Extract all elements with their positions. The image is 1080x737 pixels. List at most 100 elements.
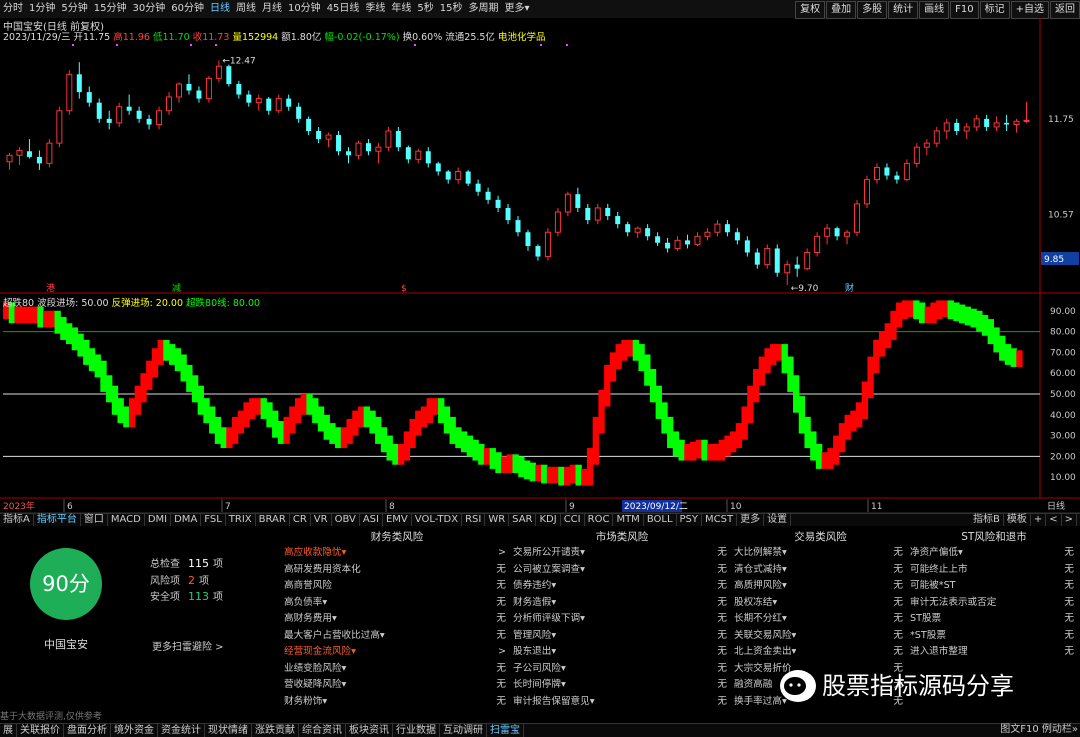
- period-tab[interactable]: 周线: [233, 0, 259, 18]
- risk-item[interactable]: 高财务费用▾ 无: [284, 611, 510, 628]
- risk-item[interactable]: 高商誉风险 无: [284, 578, 510, 595]
- risk-item[interactable]: 高质押风险▾ 无: [734, 578, 907, 595]
- bottom-tab[interactable]: 扫雷宝: [487, 724, 524, 737]
- risk-item[interactable]: 净资产偏低▾ 无: [910, 545, 1078, 562]
- tool-button[interactable]: 叠加: [826, 1, 857, 19]
- indicator-tab[interactable]: RSI: [462, 514, 486, 526]
- indicator-tab[interactable]: DMI: [145, 514, 172, 526]
- indicator-tab[interactable]: VR: [311, 514, 332, 526]
- bottom-tab[interactable]: 涨跌贡献: [252, 724, 299, 737]
- risk-item[interactable]: 管理风险▾ 无: [513, 628, 731, 645]
- bottom-tab[interactable]: 板块资讯: [346, 724, 393, 737]
- risk-item[interactable]: 进入退市整理 无: [910, 644, 1078, 661]
- bottom-tab[interactable]: 盘面分析: [64, 724, 111, 737]
- tool-button[interactable]: 复权: [795, 1, 826, 19]
- risk-item[interactable]: 财务造假▾ 无: [513, 595, 731, 612]
- indicator-tab[interactable]: BOLL: [644, 514, 677, 526]
- bottom-tab[interactable]: 互动调研: [440, 724, 487, 737]
- bottom-tab[interactable]: 现状情绪: [205, 724, 252, 737]
- tool-button[interactable]: 标记: [979, 1, 1010, 19]
- period-tab[interactable]: 年线: [388, 0, 414, 18]
- risk-item[interactable]: 清仓式减持▾ 无: [734, 562, 907, 579]
- period-tab[interactable]: 60分钟: [168, 0, 207, 18]
- indicator-tab[interactable]: ROC: [585, 514, 614, 526]
- risk-item[interactable]: 债券违约▾ 无: [513, 578, 731, 595]
- indicator-tab[interactable]: OBV: [332, 514, 360, 526]
- more-scan-link[interactable]: 更多扫雷避险 >: [152, 638, 224, 653]
- risk-item[interactable]: 公司被立案调查▾ 无: [513, 562, 731, 579]
- risk-item[interactable]: *ST股票 无: [910, 628, 1078, 645]
- period-tab[interactable]: 15秒: [437, 0, 466, 18]
- bottom-right-label[interactable]: 图文F10 例动栏»: [1000, 724, 1078, 736]
- risk-item[interactable]: 高研发费用资本化 无: [284, 562, 510, 579]
- bottom-tab[interactable]: 综合资讯: [299, 724, 346, 737]
- indicator-tab-control[interactable]: >: [1062, 514, 1077, 526]
- indicator-tab[interactable]: TRIX: [226, 514, 256, 526]
- period-tab[interactable]: 更多▾: [502, 0, 533, 18]
- period-tab[interactable]: 季线: [362, 0, 388, 18]
- indicator-tab[interactable]: PSY: [677, 514, 703, 526]
- risk-item[interactable]: 财务粉饰▾ 无: [284, 694, 510, 711]
- bottom-tab[interactable]: 行业数据: [393, 724, 440, 737]
- tool-button[interactable]: +自选: [1010, 1, 1049, 19]
- indicator-tab[interactable]: MCST: [702, 514, 738, 526]
- risk-item[interactable]: ST股票 无: [910, 611, 1078, 628]
- risk-item[interactable]: 营收疑降风险▾ 无: [284, 677, 510, 694]
- indicator-tab[interactable]: 指标A: [0, 514, 34, 526]
- risk-item[interactable]: 子公司风险▾ 无: [513, 661, 731, 678]
- risk-item[interactable]: 股东退出▾ 无: [513, 644, 731, 661]
- indicator-tab[interactable]: CCI: [561, 514, 585, 526]
- period-tab[interactable]: 日线: [207, 0, 233, 18]
- indicator-tab[interactable]: 窗口: [81, 514, 108, 526]
- indicator-tab[interactable]: BRAR: [256, 514, 290, 526]
- risk-item[interactable]: 业绩变脸风险▾ 无: [284, 661, 510, 678]
- bottom-tab[interactable]: 展: [0, 724, 17, 737]
- risk-item[interactable]: 北上资金卖出▾ 无: [734, 644, 907, 661]
- bottom-tab[interactable]: 关联报价: [17, 724, 64, 737]
- indicator-tab[interactable]: 指标平台: [34, 514, 81, 526]
- indicator-tab[interactable]: SAR: [509, 514, 537, 526]
- indicator-tab-control[interactable]: 指标B: [970, 514, 1004, 526]
- risk-item[interactable]: 分析师评级下调▾ 无: [513, 611, 731, 628]
- indicator-tab[interactable]: WR: [485, 514, 510, 526]
- risk-item[interactable]: 最大客户占营收比过高▾ 无: [284, 628, 510, 645]
- bottom-tab[interactable]: 境外资金: [111, 724, 158, 737]
- indicator-tab[interactable]: MACD: [108, 514, 145, 526]
- period-tab[interactable]: 45日线: [324, 0, 363, 18]
- period-tab[interactable]: 月线: [259, 0, 285, 18]
- tool-button[interactable]: F10: [950, 1, 979, 19]
- risk-item[interactable]: 股权冻结▾ 无: [734, 595, 907, 612]
- risk-item[interactable]: 经营现金流风险▾ >: [284, 644, 510, 661]
- risk-item[interactable]: 可能被*ST 无: [910, 578, 1078, 595]
- indicator-tab[interactable]: FSL: [201, 514, 226, 526]
- period-tab[interactable]: 5分钟: [58, 0, 90, 18]
- bottom-tab[interactable]: 资金统计: [158, 724, 205, 737]
- indicator-tab[interactable]: VOL-TDX: [412, 514, 463, 526]
- period-tab[interactable]: 30分钟: [129, 0, 168, 18]
- indicator-tab[interactable]: EMV: [383, 514, 412, 526]
- risk-item[interactable]: 审计报告保留意见▾ 无: [513, 694, 731, 711]
- indicator-tab[interactable]: ASI: [360, 514, 383, 526]
- tool-button[interactable]: 多股: [857, 1, 888, 19]
- period-tab[interactable]: 多周期: [466, 0, 502, 18]
- risk-item[interactable]: 高应收款隐忧▾ >: [284, 545, 510, 562]
- period-tab[interactable]: 10分钟: [285, 0, 324, 18]
- risk-item[interactable]: 审计无法表示或否定 无: [910, 595, 1078, 612]
- risk-item[interactable]: 大比例解禁▾ 无: [734, 545, 907, 562]
- tool-button[interactable]: 统计: [888, 1, 919, 19]
- indicator-tab[interactable]: 更多: [737, 514, 765, 526]
- tool-button[interactable]: 返回: [1050, 1, 1080, 19]
- chart-area[interactable]: 11.75 10.57 ←12.47 ←9.70 9.85 港 减 $ 财 90.00 80.00 7…: [0, 18, 1080, 513]
- indicator-tab[interactable]: DMA: [171, 514, 202, 526]
- indicator-tab-control[interactable]: +: [1031, 514, 1047, 526]
- risk-item[interactable]: 可能终止上市 无: [910, 562, 1078, 579]
- period-tab[interactable]: 5秒: [414, 0, 436, 18]
- tool-button[interactable]: 画线: [919, 1, 950, 19]
- indicator-tab[interactable]: CR: [290, 514, 311, 526]
- risk-item[interactable]: 高负债率▾ 无: [284, 595, 510, 612]
- risk-item[interactable]: 交易所公开谴责▾ 无: [513, 545, 731, 562]
- risk-item[interactable]: 长时间停牌▾ 无: [513, 677, 731, 694]
- risk-item[interactable]: 长期不分红▾ 无: [734, 611, 907, 628]
- period-tab[interactable]: 分时: [0, 0, 26, 18]
- indicator-tab[interactable]: 设置: [764, 514, 792, 526]
